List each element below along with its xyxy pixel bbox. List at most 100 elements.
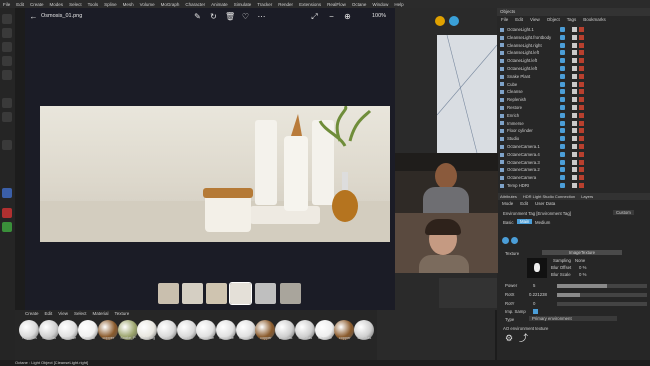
visibility-toggle[interactable] [560,167,565,173]
object-row[interactable]: Replenish [500,96,648,103]
octane-tag-icon[interactable] [579,105,584,110]
link-icon[interactable]: ⤴ [519,333,529,343]
octane-tag-icon[interactable] [579,27,584,32]
object-row[interactable]: Enrich [500,112,648,119]
octane-tag-icon[interactable] [579,81,584,87]
tab-attributes[interactable]: Attributes [500,193,517,200]
obj-menu-file[interactable]: File [501,16,508,24]
visibility-toggle[interactable] [560,42,565,48]
octane-icon[interactable] [449,16,459,26]
object-row[interactable]: OctaneLight.left [500,65,648,72]
tag-icon[interactable] [572,34,577,40]
back-arrow-icon[interactable]: ← [29,12,38,21]
menu-octane[interactable]: Octane [352,2,367,7]
octane-tag-icon[interactable] [579,66,584,71]
thumbnail-6[interactable] [280,283,301,304]
visibility-toggle[interactable] [560,73,565,79]
tag-icon[interactable] [572,159,577,165]
octane-tag-icon[interactable] [579,42,584,48]
menu-extensions[interactable]: Extensions [299,2,321,7]
object-row[interactable]: OctaneLight.1 [500,26,648,33]
octane-tag-icon[interactable] [579,136,584,142]
mat-menu-create[interactable]: Create [25,310,39,317]
delete-icon[interactable]: 🗑 [225,12,235,21]
menu-render[interactable]: Render [278,2,293,7]
blur-scale-value[interactable]: 0 % [579,272,586,277]
obj-menu-edit[interactable]: Edit [515,16,523,24]
object-row[interactable]: CleanseLight.right [500,42,648,49]
visibility-toggle[interactable] [560,151,565,157]
tag-icon[interactable] [572,151,577,157]
move-tool-icon[interactable] [2,14,12,24]
power-slider[interactable] [557,284,647,288]
object-row[interactable]: OctaneCamera.2 [500,166,648,173]
mat-menu-material[interactable]: Material [92,310,108,317]
visibility-toggle[interactable] [560,183,565,188]
object-row[interactable]: OctaneCamera [500,174,648,181]
object-row[interactable]: Immerse [500,120,648,127]
visibility-toggle[interactable] [560,58,565,64]
attr-menu-edit[interactable]: Edit [520,200,528,208]
tag-icon[interactable] [572,112,577,118]
menu-animate[interactable]: Animate [211,2,228,7]
rotx-slider[interactable] [557,293,647,297]
mat-menu-texture[interactable]: Texture [115,310,130,317]
object-row[interactable]: Cleanse [500,88,648,95]
visibility-toggle[interactable] [560,136,565,142]
menu-modes[interactable]: Modes [50,2,64,7]
octane-tag-icon[interactable] [579,175,584,181]
object-row[interactable]: CleanseLight.left [500,49,648,56]
attr-menu-user-data[interactable]: User Data [535,200,555,208]
menu-edit[interactable]: Edit [16,2,24,7]
favorite-icon[interactable]: ♡ [241,12,250,21]
octane-tag-icon[interactable] [579,34,584,40]
tag-icon[interactable] [572,175,577,181]
rotx-value[interactable]: 0.221238 [529,292,547,297]
menu-mesh[interactable]: Mesh [123,2,134,7]
tag-icon[interactable] [572,42,577,48]
octane-tag-icon[interactable] [579,159,584,165]
rotate-icon[interactable]: ↻ [209,12,218,21]
menu-file[interactable]: File [3,2,10,7]
tag-icon[interactable] [572,58,577,64]
preset-dropdown[interactable]: Custom [613,210,634,215]
power-value[interactable]: 5 [533,283,535,288]
subtab-basic[interactable]: Basic [503,220,514,225]
octane-tag-icon[interactable] [579,151,584,157]
thumbnail-1[interactable] [158,283,179,304]
obj-menu-view[interactable]: View [530,16,540,24]
subtab-medium[interactable]: Medium [535,220,550,225]
tag-icon[interactable] [572,105,577,110]
menu-spline[interactable]: Spline [104,2,117,7]
polygon-tool-icon[interactable] [2,70,12,80]
octane-tag-icon[interactable] [579,50,584,56]
subtab-main[interactable]: Main [517,219,533,224]
attr-menu-mode[interactable]: Mode [502,200,513,208]
menu-create[interactable]: Create [30,2,44,7]
menu-realflow[interactable]: RealFlow [327,2,346,7]
timeline-panel[interactable] [439,278,497,308]
object-row[interactable]: CleanseLight.frontbody [500,34,648,41]
menu-select[interactable]: Select [69,2,82,7]
rotate-tool-icon[interactable] [2,42,12,52]
object-row[interactable]: Temp HDRI [500,182,648,189]
visibility-toggle[interactable] [560,50,565,56]
node-editor-icon[interactable]: ⚙ [505,333,515,343]
object-row[interactable]: OctaneCamera.3 [500,159,648,166]
visibility-toggle[interactable] [560,66,565,71]
visibility-toggle[interactable] [560,128,565,134]
tag-icon[interactable] [572,136,577,142]
type-dropdown[interactable]: Primary environment [529,316,617,321]
imp-sampling-checkbox[interactable] [533,309,538,314]
sampling-value[interactable]: None [575,258,585,263]
obj-menu-tags[interactable]: Tags [567,16,577,24]
mat-menu-view[interactable]: View [58,310,68,317]
thumbnail-5[interactable] [255,283,276,304]
octane-tag-icon[interactable] [579,167,584,173]
obj-menu-object[interactable]: Object [547,16,560,24]
octane-tag-icon[interactable] [579,120,584,126]
menu-help[interactable]: Help [394,2,403,7]
menu-window[interactable]: Window [372,2,388,7]
visibility-toggle[interactable] [560,175,565,181]
mat-menu-edit[interactable]: Edit [45,310,53,317]
